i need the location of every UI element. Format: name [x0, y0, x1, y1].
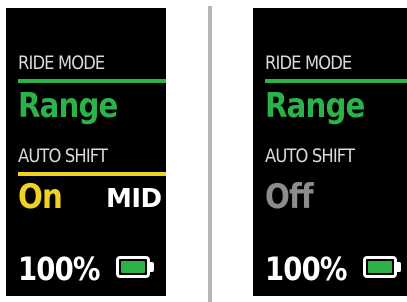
battery-body — [363, 256, 397, 278]
comparison-figure: RIDE MODE Range AUTO SHIFT On MID 100% R… — [0, 0, 407, 302]
ride-mode-underline — [18, 79, 166, 83]
ride-mode-label: RIDE MODE — [18, 52, 105, 74]
battery-full-icon — [363, 256, 403, 278]
battery-tip — [150, 262, 154, 272]
ride-mode-value: Range — [18, 86, 118, 126]
auto-shift-value: Off — [265, 177, 314, 217]
auto-shift-underline — [18, 172, 166, 176]
display-screen-auto-shift-off: RIDE MODE Range AUTO SHIFT Off 100% — [253, 8, 407, 296]
battery-tip — [397, 262, 401, 272]
ride-mode-value: Range — [265, 86, 365, 126]
display-screen-auto-shift-on: RIDE MODE Range AUTO SHIFT On MID 100% — [6, 8, 166, 296]
auto-shift-label: AUTO SHIFT — [18, 145, 108, 167]
assist-level-value: MID — [106, 184, 162, 214]
auto-shift-value: On — [18, 177, 63, 217]
battery-fill — [368, 261, 392, 273]
battery-percent: 100% — [265, 250, 347, 288]
battery-percent: 100% — [18, 250, 100, 288]
panel-divider — [208, 6, 212, 302]
battery-body — [116, 256, 150, 278]
ride-mode-label: RIDE MODE — [265, 52, 352, 74]
auto-shift-label: AUTO SHIFT — [265, 145, 355, 167]
battery-fill — [121, 261, 145, 273]
ride-mode-underline — [265, 79, 407, 83]
battery-full-icon — [116, 256, 156, 278]
